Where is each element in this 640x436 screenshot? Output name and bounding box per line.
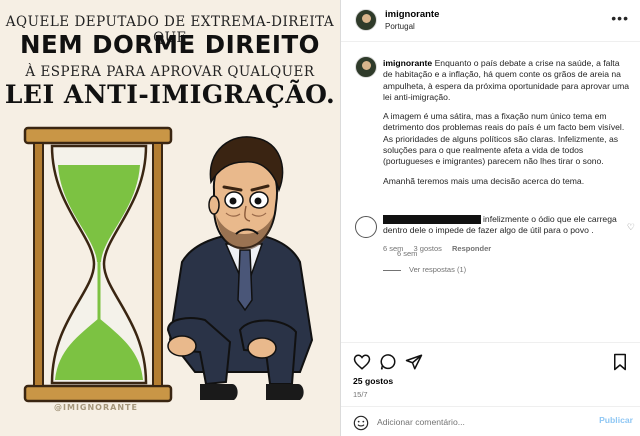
- heart-icon[interactable]: ♡: [627, 222, 635, 233]
- comment-icon[interactable]: [379, 353, 397, 371]
- post-header: imignorante Portugal •••: [341, 0, 640, 42]
- post-location[interactable]: Portugal: [385, 22, 415, 31]
- divider-line: [383, 269, 401, 271]
- politician-illustration: [166, 136, 314, 400]
- caption-paragraph-3: Amanhã teremos mais uma decisão acerca d…: [383, 175, 585, 186]
- comment-composer: Publicar: [341, 406, 640, 436]
- author-username[interactable]: imignorante: [385, 9, 439, 20]
- more-horizontal-icon[interactable]: •••: [611, 10, 629, 26]
- emoji-icon[interactable]: [353, 415, 369, 431]
- caption-username[interactable]: imignorante: [383, 58, 432, 68]
- post-date: 15/7: [353, 390, 368, 399]
- comment-input[interactable]: [377, 414, 587, 430]
- caption-avatar[interactable]: [355, 56, 377, 78]
- post-image: AQUELE DEPUTADO DE EXTREMA-DIREITA QUE N…: [0, 0, 340, 436]
- post-actions: [341, 342, 640, 372]
- caption-paragraph-2: A imagem é uma sátira, mas a fixação num…: [383, 111, 625, 167]
- comment-timestamp: 6 sem: [383, 244, 404, 253]
- heart-icon[interactable]: [353, 353, 371, 371]
- author-avatar[interactable]: [355, 9, 377, 31]
- illustration: [23, 126, 314, 403]
- comment-likes[interactable]: 3 gostos: [414, 244, 442, 253]
- view-replies-button[interactable]: Ver respostas (1): [383, 265, 466, 274]
- comment-meta: 6 sem 3 gostos Responder: [383, 244, 499, 253]
- view-replies-label: Ver respostas (1): [409, 265, 467, 274]
- hourglass-illustration: [23, 126, 173, 403]
- image-watermark: @IMIGNORANTE: [54, 403, 138, 412]
- share-icon[interactable]: [405, 353, 423, 371]
- post-side-panel: imignorante Portugal ••• imignorante Enq…: [340, 0, 640, 436]
- likes-count[interactable]: 25 gostos: [353, 376, 393, 386]
- publish-button[interactable]: Publicar: [599, 415, 633, 425]
- commenter-avatar[interactable]: [355, 216, 377, 238]
- bookmark-icon[interactable]: [611, 353, 629, 371]
- caption-text: imignorante Enquanto o país debate a cri…: [383, 58, 630, 195]
- redacted-username: [383, 215, 481, 224]
- reply-button[interactable]: Responder: [452, 244, 491, 253]
